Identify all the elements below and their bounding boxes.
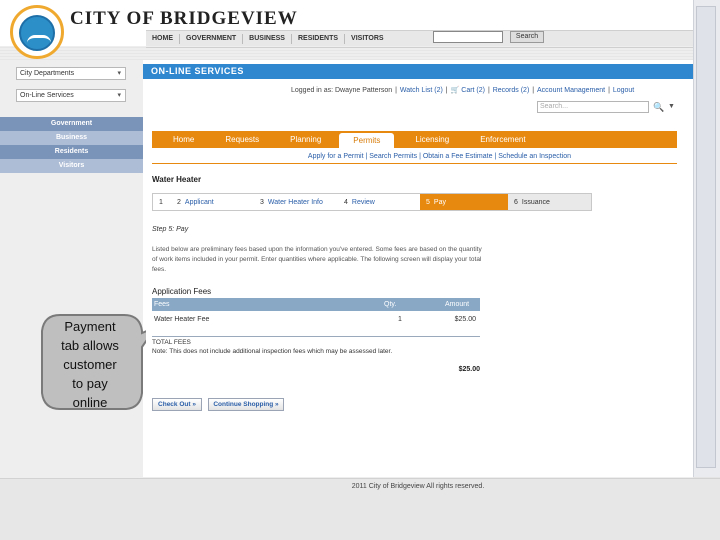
leftnav-business[interactable]: Business: [0, 131, 143, 145]
search-permits-link[interactable]: Search Permits: [369, 153, 417, 160]
schedule-inspection-link[interactable]: Schedule an Inspection: [498, 153, 571, 160]
col-amount: Amount: [445, 301, 470, 308]
callout-line: to pay: [72, 376, 108, 391]
seal-inner: [19, 15, 55, 51]
account-management-link[interactable]: Account Management: [537, 87, 605, 94]
dropdown-arrow-icon: ▾: [117, 70, 121, 77]
dropdown-value: City Departments: [20, 70, 75, 77]
wizard-steps: 1 2 Applicant 3 Water Heater Info 4 Review …: [152, 193, 592, 211]
continue-shopping-button[interactable]: Continue Shopping »: [208, 398, 284, 411]
watch-list-link[interactable]: Watch List (2): [400, 87, 443, 94]
scrollbar-thumb[interactable]: [696, 6, 716, 468]
logged-in-text: Logged in as: Dwayne Patterson: [291, 87, 393, 94]
header-divider: [146, 47, 693, 48]
leftnav-visitors[interactable]: Visitors: [0, 159, 143, 173]
site-title: CITY OF BRIDGEVIEW: [70, 8, 298, 29]
city-seal-logo[interactable]: [10, 5, 64, 59]
cart-link[interactable]: Cart (2): [461, 87, 485, 94]
fees-divider: [152, 336, 480, 337]
step-applicant[interactable]: 2 Applicant: [171, 193, 254, 211]
search-icon[interactable]: 🔍: [653, 101, 666, 113]
account-bar: Logged in as: Dwayne Patterson | Watch L…: [291, 87, 635, 94]
step-review[interactable]: 4 Review: [338, 193, 420, 211]
callout-line: online: [72, 395, 108, 410]
total-fees-label: TOTAL FEES: [152, 339, 191, 346]
step-heading: Step 5: Pay: [152, 226, 189, 233]
fees-table-header: Fees Qty. Amount: [152, 298, 480, 311]
fee-estimate-link[interactable]: Obtain a Fee Estimate: [423, 153, 493, 160]
tab-permits[interactable]: Permits: [339, 133, 395, 148]
dropdown-arrow-icon: ▾: [117, 92, 121, 99]
chevron-down-icon[interactable]: ▼: [668, 101, 678, 113]
leftnav-government[interactable]: Government: [0, 117, 143, 131]
leftnav-residents[interactable]: Residents: [0, 145, 143, 159]
tab-licensing[interactable]: Licensing: [394, 131, 459, 148]
topnav-visitors[interactable]: VISITORS: [345, 34, 390, 44]
table-row: Water Heater Fee 1 $25.00: [152, 314, 480, 326]
site-search-button[interactable]: Search: [510, 31, 544, 43]
apply-permit-link[interactable]: Apply for a Permit: [308, 153, 364, 160]
callout-line: tab allows: [61, 338, 119, 353]
dropdown-value: On-Line Services: [20, 92, 74, 99]
top-navigation: HOME GOVERNMENT BUSINESS RESIDENTS VISIT…: [146, 30, 693, 46]
tab-enforcement[interactable]: Enforcement: [459, 131, 535, 148]
fees-note: Note: This does not include additional i…: [152, 348, 393, 355]
col-fees: Fees: [154, 301, 170, 308]
cart-icon: 🛒: [450, 87, 460, 94]
check-out-button[interactable]: Check Out »: [152, 398, 202, 411]
step-issuance[interactable]: 6 Issuance: [508, 193, 592, 211]
city-departments-dropdown[interactable]: City Departments ▾: [16, 67, 126, 80]
online-search-input[interactable]: Search...: [537, 101, 649, 113]
topnav-residents[interactable]: RESIDENTS: [292, 33, 346, 44]
step-1[interactable]: 1: [152, 193, 171, 211]
topnav-home[interactable]: HOME: [146, 33, 180, 44]
online-services-bar: ON-LINE SERVICES: [143, 64, 693, 79]
callout-line: Payment: [64, 319, 116, 334]
records-link[interactable]: Records (2): [493, 87, 530, 94]
online-services-dropdown[interactable]: On-Line Services ▾: [16, 89, 126, 102]
fees-intro-text: Listed below are preliminary fees based …: [152, 246, 482, 273]
callout-bubble: Payment tab allows customer to pay onlin…: [38, 311, 159, 413]
site-search-input[interactable]: [433, 31, 503, 43]
step-pay[interactable]: 5 Pay: [420, 193, 508, 211]
step-water-heater-info[interactable]: 3 Water Heater Info: [254, 193, 338, 211]
copyright-footer: 2011 City of Bridgeview All rights reser…: [351, 483, 485, 490]
fee-qty: 1: [398, 316, 402, 323]
vertical-scrollbar[interactable]: [693, 0, 720, 477]
callout-line: customer: [63, 357, 117, 372]
topnav-government[interactable]: GOVERNMENT: [180, 33, 244, 44]
tab-planning[interactable]: Planning: [269, 131, 331, 148]
topnav-business[interactable]: BUSINESS: [243, 33, 292, 44]
logout-link[interactable]: Logout: [613, 87, 634, 94]
col-qty: Qty.: [384, 301, 397, 308]
tab-home[interactable]: Home: [152, 131, 204, 148]
permits-subnav: Apply for a Permit | Search Permits | Ob…: [152, 150, 677, 164]
application-fees-heading: Application Fees: [152, 287, 212, 296]
service-tabs: Home Requests Planning Permits Licensing…: [152, 131, 677, 148]
callout-text: Payment tab allows customer to pay onlin…: [38, 317, 142, 412]
page-title: Water Heater: [152, 175, 202, 184]
fee-amount: $25.00: [454, 316, 476, 323]
fee-label: Water Heater Fee: [154, 316, 210, 323]
total-amount: $25.00: [458, 366, 480, 373]
bridge-icon: [27, 35, 51, 43]
tab-requests[interactable]: Requests: [204, 131, 269, 148]
